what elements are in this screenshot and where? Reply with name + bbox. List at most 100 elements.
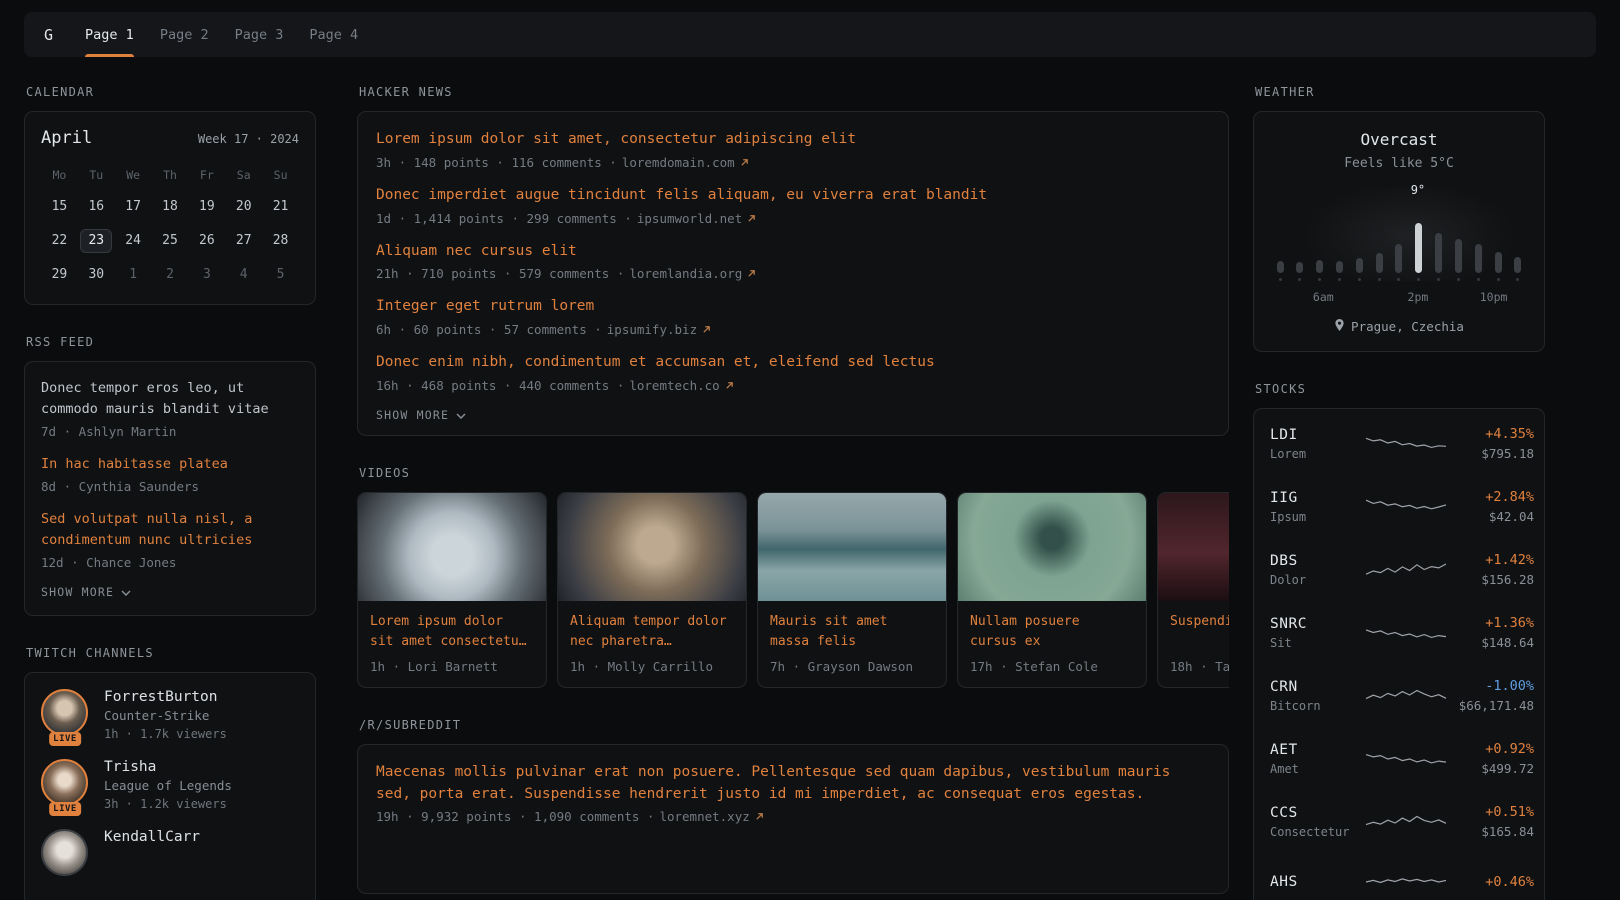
stock-name: Amet xyxy=(1270,762,1364,776)
external-link-icon xyxy=(725,381,734,390)
videos-row: Lorem ipsum dolor sit amet consectetu…1h… xyxy=(357,492,1229,688)
calendar-day-2: 2 xyxy=(152,262,189,288)
video-title[interactable]: Mauris sit amet massa felis xyxy=(758,601,946,653)
calendar-day-number: 4 xyxy=(240,267,248,282)
stock-ticker: IIG xyxy=(1270,490,1364,506)
weather-bar-column xyxy=(1296,262,1304,281)
hackernews-card: Lorem ipsum dolor sit amet, consectetur … xyxy=(357,111,1229,436)
news-item-title[interactable]: Aliquam nec cursus elit xyxy=(376,241,1210,263)
news-item-domain[interactable]: loremdomain.com xyxy=(622,155,735,170)
stock-name: Dolor xyxy=(1270,573,1364,587)
stock-ticker: DBS xyxy=(1270,553,1364,569)
video-thumbnail[interactable] xyxy=(1158,493,1229,601)
channel-name[interactable]: KendallCarr xyxy=(104,829,200,845)
news-item-domain[interactable]: loremnet.xyz xyxy=(659,809,749,824)
stock-row-crn[interactable]: CRNBitcorn-1.00%$66,171.48 xyxy=(1270,664,1528,727)
video-meta: 1h · Lori Barnett xyxy=(358,653,546,687)
calendar-day-5: 5 xyxy=(262,262,299,288)
video-thumbnail[interactable] xyxy=(558,493,746,601)
news-item-domain[interactable]: loremtech.co xyxy=(629,378,719,393)
stock-sparkline xyxy=(1364,744,1448,774)
subreddit-heading: /R/SUBREDDIT xyxy=(359,718,1229,732)
news-item-meta-text: 21h · 710 points · 579 comments · xyxy=(376,266,624,281)
news-item-meta: 19h · 9,932 points · 1,090 comments ·lor… xyxy=(376,809,1210,824)
tab-page-4[interactable]: Page 4 xyxy=(309,12,358,57)
calendar-day-number: 28 xyxy=(273,233,289,248)
calendar-day-16: 16 xyxy=(78,194,115,220)
twitch-channel[interactable]: LIVEForrestBurtonCounter-Strike1h · 1.7k… xyxy=(41,689,299,741)
news-item-domain[interactable]: ipsumify.biz xyxy=(607,322,697,337)
calendar-weekday: Th xyxy=(152,164,189,186)
stock-row-dbs[interactable]: DBSDolor+1.42%$156.28 xyxy=(1270,538,1528,601)
tab-page-2[interactable]: Page 2 xyxy=(160,12,209,57)
news-item-title[interactable]: Donec enim nibh, condimentum et accumsan… xyxy=(376,352,1210,374)
rss-item-title[interactable]: Donec tempor eros leo, ut commodo mauris… xyxy=(41,378,299,420)
weather-bars xyxy=(1276,203,1522,281)
video-title[interactable]: Suspendisse diam xyxy=(1158,601,1229,653)
weather-bar xyxy=(1495,252,1502,273)
stock-change: +0.51% xyxy=(1448,804,1534,820)
middle-column: HACKER NEWS Lorem ipsum dolor sit amet, … xyxy=(357,85,1229,900)
video-thumbnail[interactable] xyxy=(358,493,546,601)
external-link-icon xyxy=(702,325,711,334)
external-link-icon xyxy=(740,158,749,167)
weather-bar xyxy=(1336,261,1343,273)
tab-page-3[interactable]: Page 3 xyxy=(235,12,284,57)
calendar-day-number: 17 xyxy=(125,199,141,214)
news-item-title[interactable]: Donec imperdiet augue tincidunt felis al… xyxy=(376,185,1210,207)
show-more-label: SHOW MORE xyxy=(41,585,114,599)
rss-item-title[interactable]: In hac habitasse platea xyxy=(41,454,299,475)
stock-row-ldi[interactable]: LDILorem+4.35%$795.18 xyxy=(1270,412,1528,475)
video-thumbnail[interactable] xyxy=(958,493,1146,601)
stock-change: +4.35% xyxy=(1448,426,1534,442)
tab-label: Page 1 xyxy=(85,27,134,43)
weather-bar-column xyxy=(1474,244,1482,281)
news-item-domain[interactable]: ipsumworld.net xyxy=(637,211,742,226)
channel-name[interactable]: Trisha xyxy=(104,759,232,775)
stock-row-aet[interactable]: AETAmet+0.92%$499.72 xyxy=(1270,727,1528,790)
video-card: Suspendisse diam18h · Tara xyxy=(1157,492,1229,688)
stock-row-ahs[interactable]: AHS+0.46% xyxy=(1270,853,1528,900)
avatar-wrap: LIVE xyxy=(41,689,89,741)
calendar-weekday: Mo xyxy=(41,164,78,186)
video-thumbnail[interactable] xyxy=(758,493,946,601)
stock-row-ccs[interactable]: CCSConsectetur+0.51%$165.84 xyxy=(1270,790,1528,853)
rss-item: Sed volutpat nulla nisl, a condimentum n… xyxy=(41,509,299,570)
news-item-title[interactable]: Lorem ipsum dolor sit amet, consectetur … xyxy=(376,129,1210,151)
video-title[interactable]: Lorem ipsum dolor sit amet consectetu… xyxy=(358,601,546,653)
right-column: WEATHER Overcast Feels like 5°C 9° 6am2p… xyxy=(1253,85,1545,900)
tab-page-1[interactable]: Page 1 xyxy=(85,12,134,57)
twitch-channel[interactable]: KendallCarr xyxy=(41,829,299,876)
news-item-domain[interactable]: loremlandia.org xyxy=(629,266,742,281)
news-item-title[interactable]: Maecenas mollis pulvinar erat non posuer… xyxy=(376,762,1210,806)
stock-row-iig[interactable]: IIGIpsum+2.84%$42.04 xyxy=(1270,475,1528,538)
rss-item-title[interactable]: Sed volutpat nulla nisl, a condimentum n… xyxy=(41,509,299,551)
news-item-title[interactable]: Integer eget rutrum lorem xyxy=(376,296,1210,318)
calendar-day-number: 18 xyxy=(162,199,178,214)
channel-meta: 1h · 1.7k viewers xyxy=(104,727,227,741)
calendar-day-1: 1 xyxy=(115,262,152,288)
stock-left: DBS Dolor xyxy=(1270,553,1364,587)
stock-row-snrc[interactable]: SNRCSit+1.36%$148.64 xyxy=(1270,601,1528,664)
show-more-button[interactable]: SHOW MORE xyxy=(376,408,1210,422)
video-title[interactable]: Nullam posuere cursus ex xyxy=(958,601,1146,653)
calendar-month: April xyxy=(41,128,92,148)
channel-name[interactable]: ForrestBurton xyxy=(104,689,227,705)
stocks-heading: STOCKS xyxy=(1255,382,1545,396)
calendar-grid: MoTuWeThFrSaSu15161718192021222324252627… xyxy=(41,164,299,288)
weather-bar-dot xyxy=(1437,278,1440,281)
calendar-day-number: 24 xyxy=(125,233,141,248)
stock-right: +4.35%$795.18 xyxy=(1448,426,1534,461)
weather-feels-like: Feels like 5°C xyxy=(1270,156,1528,171)
stock-price: $148.64 xyxy=(1448,635,1534,650)
twitch-channel[interactable]: LIVETrishaLeague of Legends3h · 1.2k vie… xyxy=(41,759,299,811)
weather-bar-dot xyxy=(1457,278,1460,281)
calendar-day-number: 21 xyxy=(273,199,289,214)
news-item: Aliquam nec cursus elit 21h · 710 points … xyxy=(376,241,1210,282)
video-title[interactable]: Aliquam tempor dolor nec pharetra… xyxy=(558,601,746,653)
weather-bar-column xyxy=(1514,257,1522,281)
stock-right: +1.42%$156.28 xyxy=(1448,552,1534,587)
show-more-button[interactable]: SHOW MORE xyxy=(41,585,299,599)
calendar-widget: CALENDAR April Week 17 · 2024 MoTuWeThFr… xyxy=(24,85,316,305)
calendar-day-number: 19 xyxy=(199,199,215,214)
